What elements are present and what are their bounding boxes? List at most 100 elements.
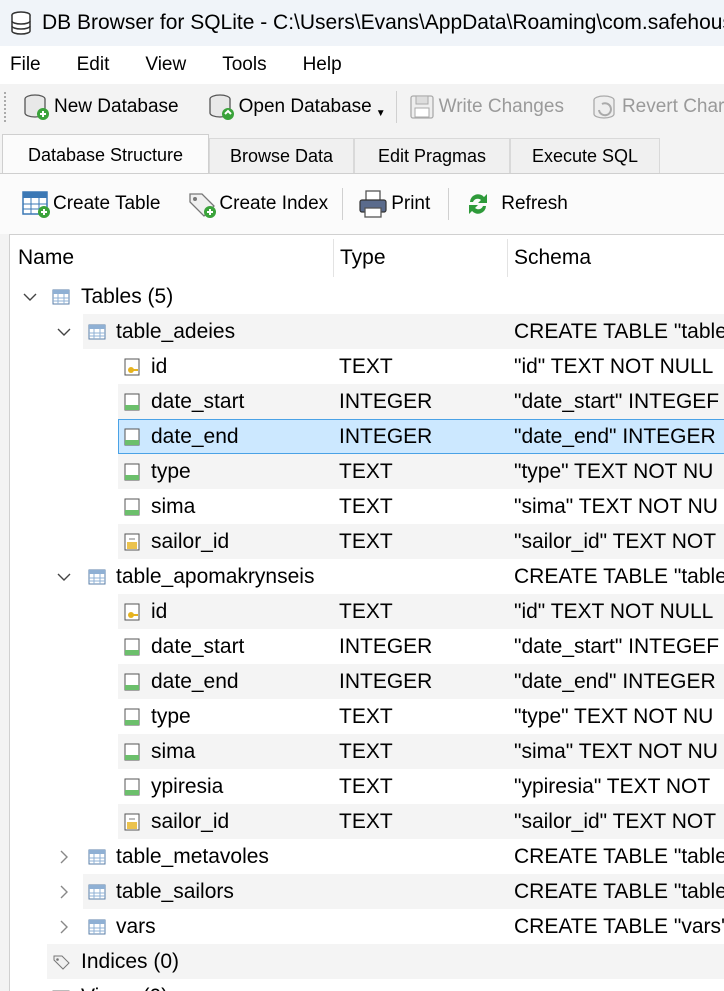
tree-row[interactable]: table_sailors CREATE TABLE "table (10, 874, 724, 909)
tree-row[interactable]: date_end INTEGER "date_end" INTEGER (10, 419, 724, 454)
revert-changes-button[interactable]: Revert Char (590, 87, 724, 127)
tree-row[interactable]: ypiresia TEXT "ypiresia" TEXT NOT (10, 769, 724, 804)
menu-file[interactable]: File (0, 54, 41, 76)
row-name: sailor_id (151, 809, 230, 833)
row-schema: CREATE TABLE "table (514, 844, 724, 868)
row-schema: CREATE TABLE "table (514, 879, 724, 903)
create-table-button[interactable]: Create Table (20, 184, 160, 224)
tree-row[interactable]: Tables (5) (10, 279, 724, 314)
row-name: id (151, 599, 168, 623)
tree-row[interactable]: Views (0) (10, 979, 724, 991)
tree-row[interactable]: sailor_id TEXT "sailor_id" TEXT NOT (10, 524, 724, 559)
chevron-down-icon[interactable] (22, 279, 38, 314)
row-name: date_end (151, 669, 239, 693)
row-name: table_apomakrynseis (116, 564, 315, 588)
chevron-down-icon[interactable] (56, 314, 72, 349)
field-icon (123, 498, 141, 516)
row-name: Indices (0) (81, 949, 180, 973)
indices-icon (52, 953, 70, 971)
row-name: vars (116, 914, 156, 938)
tree-row[interactable]: sima TEXT "sima" TEXT NOT NU (10, 734, 724, 769)
title-bar: DB Browser for SQLite - C:\Users\Evans\A… (0, 0, 724, 46)
open-database-button[interactable]: Open Database ▼ (207, 87, 386, 127)
tree-row[interactable]: sima TEXT "sima" TEXT NOT NU (10, 489, 724, 524)
row-type: TEXT (339, 494, 393, 518)
menu-edit[interactable]: Edit (67, 54, 110, 76)
row-schema: "date_end" INTEGER (514, 669, 716, 693)
row-name: date_start (151, 634, 245, 658)
table-icon (88, 918, 106, 936)
field-icon (123, 778, 141, 796)
tree-row[interactable]: id TEXT "id" TEXT NOT NULL (10, 594, 724, 629)
tree-row[interactable]: type TEXT "type" TEXT NOT NU (10, 699, 724, 734)
key-field-icon (123, 603, 141, 621)
dropdown-arrow-icon[interactable]: ▼ (376, 108, 386, 119)
tree-row[interactable]: Indices (0) (10, 944, 724, 979)
field-icon (123, 393, 141, 411)
main-toolbar: New Database Open Database ▼ Write Chang… (0, 84, 724, 131)
column-divider[interactable] (333, 239, 334, 277)
row-schema: "id" TEXT NOT NULL (514, 354, 714, 378)
create-index-button[interactable]: Create Index (186, 184, 328, 224)
row-name: date_end (151, 424, 239, 448)
row-name: id (151, 354, 168, 378)
toolbar-separator (342, 188, 344, 220)
menu-tools[interactable]: Tools (212, 54, 266, 76)
tab-browse-data[interactable]: Browse Data (209, 138, 354, 174)
database-structure-tree[interactable]: Name Type Schema Tables (5) table_adeies C… (9, 234, 724, 991)
chevron-down-icon[interactable] (56, 559, 72, 594)
tree-row[interactable]: date_end INTEGER "date_end" INTEGER (10, 664, 724, 699)
menu-help[interactable]: Help (293, 54, 342, 76)
row-name: date_start (151, 389, 245, 413)
tree-row[interactable]: table_adeies CREATE TABLE "table (10, 314, 724, 349)
tables-icon (52, 288, 70, 306)
print-label: Print (391, 193, 431, 214)
tab-execute-sql[interactable]: Execute SQL (510, 138, 660, 174)
tab-database-structure[interactable]: Database Structure (2, 134, 209, 175)
toolbar-grip[interactable] (4, 92, 12, 122)
tree-row[interactable]: type TEXT "type" TEXT NOT NU (10, 454, 724, 489)
open-database-icon (208, 94, 234, 120)
tree-row[interactable]: date_start INTEGER "date_start" INTEGEF (10, 629, 724, 664)
row-type: TEXT (339, 704, 393, 728)
row-schema: "date_start" INTEGEF (514, 634, 720, 658)
tree-row[interactable]: table_apomakrynseis CREATE TABLE "table (10, 559, 724, 594)
row-schema: "sailor_id" TEXT NOT (514, 809, 717, 833)
create-table-icon (22, 191, 50, 218)
row-name: Tables (5) (81, 284, 174, 308)
chevron-right-icon[interactable] (56, 874, 72, 909)
new-database-icon (24, 94, 49, 120)
structure-toolbar: Create Table Create Index Print Refresh (0, 174, 724, 234)
tree-row[interactable]: vars CREATE TABLE "vars' (10, 909, 724, 944)
row-name: table_sailors (116, 879, 234, 903)
chevron-right-icon[interactable] (56, 909, 72, 944)
column-header-name[interactable]: Name (18, 235, 74, 281)
row-name: sailor_id (151, 529, 230, 553)
row-schema: CREATE TABLE "vars' (514, 914, 724, 938)
row-schema: "ypiresia" TEXT NOT (514, 774, 711, 798)
create-table-label: Create Table (53, 193, 161, 214)
refresh-button[interactable]: Refresh (463, 184, 568, 224)
toolbar-separator (395, 91, 397, 123)
new-database-button[interactable]: New Database (22, 87, 179, 127)
row-schema: "date_start" INTEGEF (514, 389, 720, 413)
column-header-type[interactable]: Type (340, 235, 386, 281)
chevron-right-icon[interactable] (56, 839, 72, 874)
write-changes-label: Write Changes (438, 96, 564, 117)
row-type: TEXT (339, 739, 393, 763)
column-divider[interactable] (507, 239, 508, 277)
column-header-schema[interactable]: Schema (514, 235, 591, 281)
tree-row[interactable]: id TEXT "id" TEXT NOT NULL (10, 349, 724, 384)
row-type: TEXT (339, 774, 393, 798)
row-name: sima (151, 494, 196, 518)
row-schema: "date_end" INTEGER (514, 424, 716, 448)
tree-row[interactable]: date_start INTEGER "date_start" INTEGEF (10, 384, 724, 419)
tab-edit-pragmas[interactable]: Edit Pragmas (354, 138, 510, 174)
tree-row[interactable]: table_metavoles CREATE TABLE "table (10, 839, 724, 874)
toolbar-separator (448, 188, 450, 220)
menu-view[interactable]: View (135, 54, 186, 76)
tree-row[interactable]: sailor_id TEXT "sailor_id" TEXT NOT (10, 804, 724, 839)
revert-icon (593, 95, 615, 119)
write-changes-button[interactable]: Write Changes (407, 87, 564, 127)
print-button[interactable]: Print (357, 184, 430, 224)
